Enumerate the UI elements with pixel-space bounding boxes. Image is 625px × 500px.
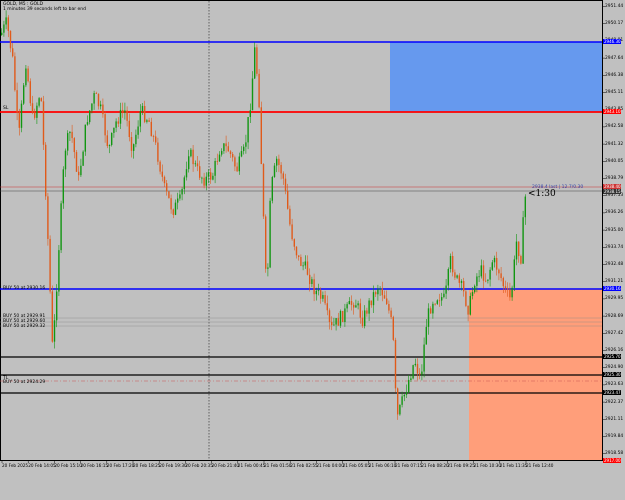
- price-axis-label: 2951.44: [605, 4, 624, 9]
- supply-top-badge: 2946.30: [603, 39, 621, 44]
- price-axis-label: 2921.11: [605, 416, 624, 422]
- date-axis-label: 21 Feb 04:00: [316, 463, 344, 468]
- date-axis-label: 20 Feb 14:05: [28, 463, 56, 468]
- price-axis-label: 2926.16: [605, 348, 624, 353]
- date-axis-label: 21 Feb 02:55: [290, 463, 318, 468]
- date-axis-label: 20 Feb 18:25: [133, 463, 161, 468]
- date-axis-label: 21 Feb 12:40: [526, 463, 554, 468]
- price-axis-label: 2938.79: [605, 176, 624, 181]
- date-axis-label: 21 Feb 10:30: [473, 463, 502, 468]
- price-axis-label: 2924.90: [605, 365, 624, 371]
- date-axis-label: 21 Feb 01:50: [264, 463, 292, 468]
- bid-price-badge: 2938.15: [603, 189, 621, 194]
- price-axis-label: 2923.63: [605, 382, 624, 388]
- buy-order-label: BUY 50 at 2929.32: [3, 324, 46, 329]
- price-axis-label: 2929.95: [605, 296, 624, 302]
- price-axis-label: 2936.26: [605, 210, 624, 216]
- date-axis-label: 20 Feb 15:10: [54, 463, 82, 468]
- bottom-badge: 2917.00: [603, 458, 621, 463]
- date-axis-label: 21 Feb 06:10: [368, 463, 397, 468]
- buy-order-badge: 2930.16: [603, 286, 621, 291]
- chart-window[interactable]: GOLD, M5 : GOLD 1 minutes 39 seconds lef…: [0, 0, 625, 500]
- price-axis-label: 2945.11: [605, 90, 624, 95]
- price-axis-label: 2942.58: [605, 124, 624, 130]
- support-1-badge: 2925.70: [603, 354, 621, 359]
- supply-zone: [390, 42, 602, 112]
- date-axis-label: 21 Feb 07:15: [395, 463, 423, 468]
- date-axis-label: 21 Feb 00:45: [237, 463, 266, 468]
- bar-timer: 1 minutes 39 seconds left to bar end: [3, 7, 86, 12]
- date-axis-label: 20 Feb 2025: [2, 463, 29, 468]
- price-axis-label: 2927.42: [605, 330, 624, 336]
- buy-low-label: BUY 50 at 2924.29: [3, 380, 46, 385]
- date-axis-label: 20 Feb 21:40: [211, 463, 240, 468]
- price-axis-label: 2922.37: [605, 399, 624, 405]
- date-axis-label: 21 Feb 09:25: [447, 463, 475, 468]
- sl-label: SL: [3, 106, 9, 111]
- price-axis-label: 2931.21: [605, 279, 624, 285]
- price-axis-label: 2940.05: [605, 158, 624, 164]
- price-axis-label: 2935.00: [605, 227, 624, 233]
- date-axis-label: 21 Feb 05:05: [342, 463, 371, 468]
- support-2-badge: 2925.30: [603, 372, 621, 377]
- date-axis-label: 20 Feb 19:30: [159, 463, 187, 468]
- price-axis-label: 2918.58: [605, 451, 624, 457]
- price-axis-label: 2950.17: [605, 21, 624, 27]
- price-axis-label: 2947.64: [605, 55, 624, 61]
- price-axis-label: 2919.84: [605, 434, 624, 439]
- date-axis-label: 20 Feb 16:15: [80, 463, 109, 468]
- date-axis-label: 20 Feb 17:20: [106, 463, 135, 468]
- price-axis-label: 2946.38: [605, 72, 624, 78]
- price-axis-label: 2928.69: [605, 313, 624, 319]
- date-axis-label: 21 Feb 08:20: [421, 463, 449, 468]
- support-3-badge: 2923.47: [603, 390, 621, 395]
- price-chart[interactable]: [0, 0, 625, 500]
- date-axis-label: 20 Feb 20:35: [185, 463, 213, 468]
- bar-countdown: <1:30: [528, 189, 556, 199]
- price-axis-label: 2933.74: [605, 244, 624, 250]
- buy-main-label: BUY 50 at 2930.16: [3, 286, 46, 291]
- price-axis-label: 2941.32: [605, 141, 624, 147]
- price-axis-label: 2932.48: [605, 262, 624, 267]
- stop-loss-badge: 2943.10: [603, 109, 621, 114]
- date-axis-label: 21 Feb 11:35: [499, 463, 528, 468]
